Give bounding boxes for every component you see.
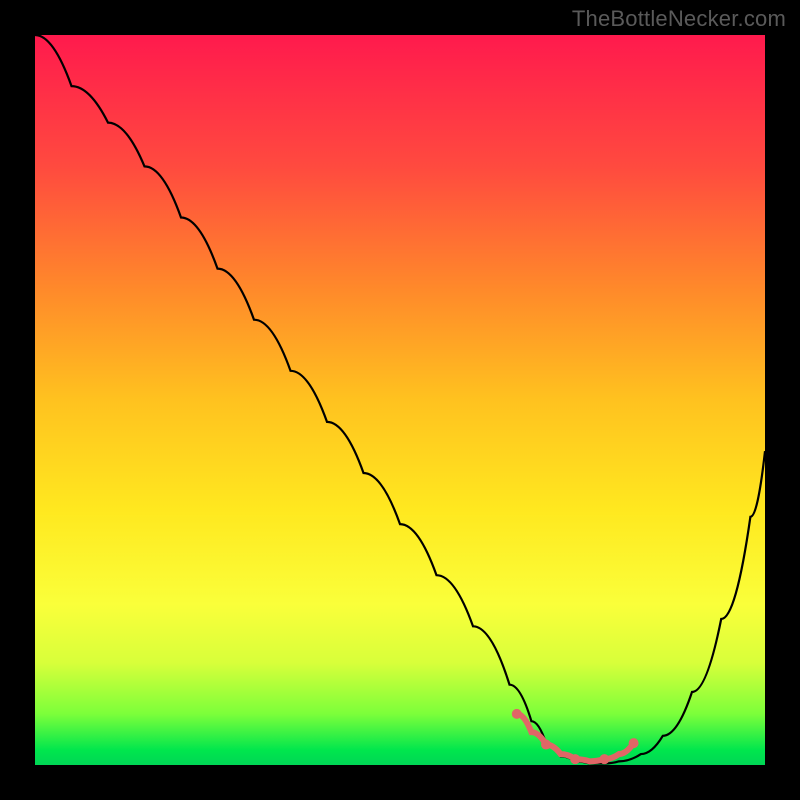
good-fit-dot	[512, 709, 522, 719]
plot-area	[35, 35, 765, 765]
attribution-label: TheBottleNecker.com	[572, 6, 786, 32]
good-fit-dot	[629, 738, 639, 748]
bottleneck-chart: TheBottleNecker.com	[0, 0, 800, 800]
good-fit-dot	[599, 754, 609, 764]
bottleneck-curve	[35, 35, 765, 764]
good-fit-dot	[541, 740, 551, 750]
good-fit-dot	[570, 754, 580, 764]
curve-svg	[35, 35, 765, 765]
